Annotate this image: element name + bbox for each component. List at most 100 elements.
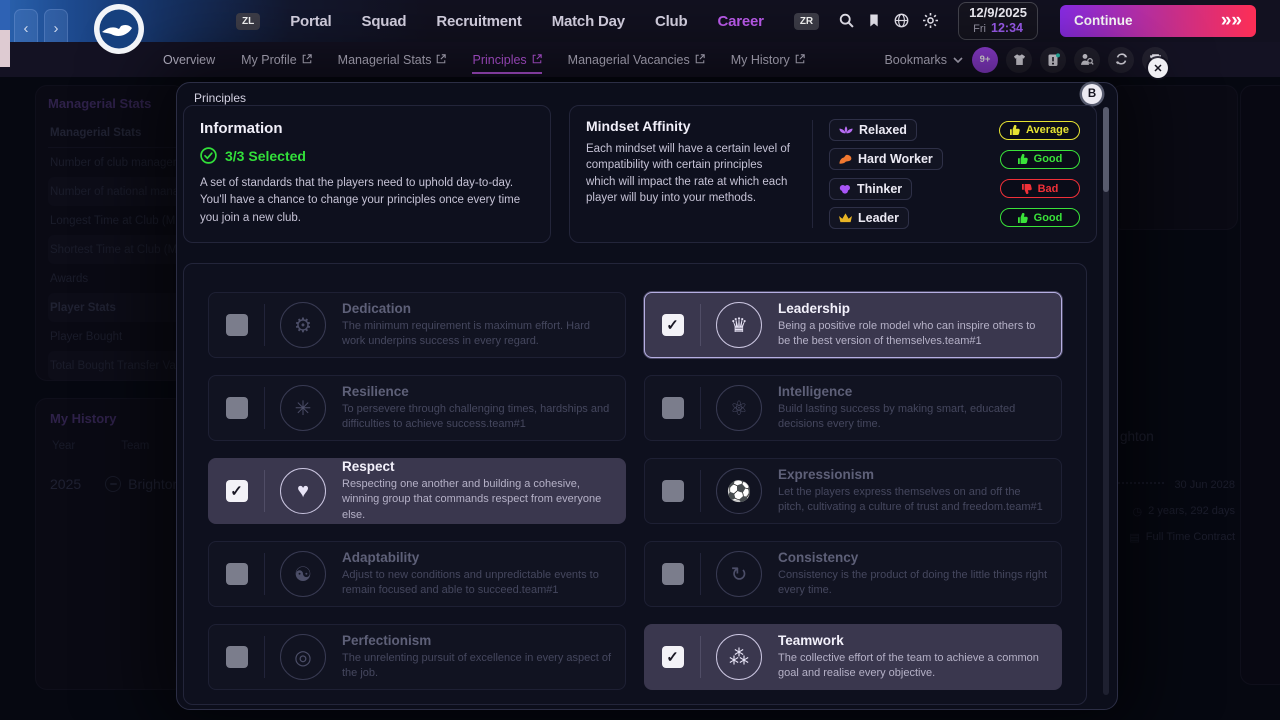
rating-pill-leader: Good: [1000, 208, 1080, 227]
principle-checkbox-consistency[interactable]: [662, 563, 684, 585]
principle-card-respect[interactable]: ✓♥RespectRespecting one another and buil…: [208, 458, 626, 524]
brighton-club-crest[interactable]: [93, 3, 145, 55]
crown-icon: ♛: [716, 302, 762, 348]
principle-card-leadership[interactable]: ✓ ♛ LeadershipBeing a positive role model …: [644, 292, 1062, 358]
principle-title: Perfectionism: [342, 633, 613, 648]
sub-nav-label: Managerial Vacancies: [568, 53, 690, 67]
principle-title: Leadership: [778, 301, 1049, 316]
principle-card-perfectionism[interactable]: ◎PerfectionismThe unrelenting pursuit of…: [208, 624, 626, 690]
bookmarks-label: Bookmarks: [884, 53, 947, 67]
mindset-label: Hard Worker: [858, 152, 933, 166]
principle-checkbox-expressionism[interactable]: [662, 480, 684, 502]
principle-card-teamwork[interactable]: ✓⁂TeamworkThe collective effort of the t…: [644, 624, 1062, 690]
search-icon[interactable]: [839, 13, 854, 28]
thumbs-up-icon: [1018, 213, 1028, 223]
principle-text: LeadershipBeing a positive role model wh…: [778, 301, 1061, 350]
sub-nav-principles[interactable]: Principles: [472, 45, 541, 75]
messages-icon[interactable]: 9+: [972, 47, 998, 73]
principle-checkbox-dedication[interactable]: [226, 314, 248, 336]
scrollbar[interactable]: [1103, 107, 1109, 695]
card-alert-icon[interactable]: [1040, 47, 1066, 73]
controller-b-button[interactable]: B: [1082, 84, 1102, 104]
main-nav-recruitment[interactable]: Recruitment: [436, 13, 521, 30]
sub-nav-my-history[interactable]: My History: [731, 45, 805, 75]
shirt-icon[interactable]: [1006, 47, 1032, 73]
double-chevron-icon: »»: [1221, 10, 1242, 32]
rating-label: Good: [1034, 153, 1063, 165]
information-panel: Information 3/3 Selected A set of standa…: [183, 105, 551, 243]
scrollbar-thumb[interactable]: [1103, 107, 1109, 192]
principle-checkbox-leadership[interactable]: ✓: [662, 314, 684, 336]
external-link-icon: [795, 53, 805, 67]
bookmark-icon[interactable]: [868, 14, 880, 27]
principle-description: Adjust to new conditions and unpredictab…: [342, 568, 613, 599]
close-button[interactable]: ✕: [1148, 58, 1168, 78]
main-nav-portal[interactable]: Portal: [290, 13, 331, 30]
bookmarks-dropdown[interactable]: Bookmarks: [884, 53, 963, 67]
principle-title: Resilience: [342, 384, 613, 399]
principle-card-intelligence[interactable]: ⚛IntelligenceBuild lasting success by ma…: [644, 375, 1062, 441]
crown-icon: [839, 212, 852, 223]
principle-checkbox-adaptability[interactable]: [226, 563, 248, 585]
continue-label: Continue: [1074, 13, 1133, 28]
checkbox-wrap: [209, 563, 264, 585]
main-nav-career[interactable]: Career: [717, 13, 763, 30]
checkbox-wrap: [645, 563, 700, 585]
principle-checkbox-respect[interactable]: ✓: [226, 480, 248, 502]
mindset-row-leader: LeaderGood: [829, 206, 1080, 230]
checkbox-wrap: ✓: [645, 646, 700, 668]
principle-card-resilience[interactable]: ✳ Resilience To persevere through challeng…: [208, 375, 626, 441]
principle-card-adaptability[interactable]: ☯AdaptabilityAdjust to new conditions an…: [208, 541, 626, 607]
sub-nav-label: Principles: [472, 53, 526, 67]
principle-checkbox-perfectionism[interactable]: [226, 646, 248, 668]
sub-nav-label: Overview: [163, 53, 215, 67]
main-nav-items: ZLPortalSquadRecruitmentMatch DayClubCar…: [236, 13, 819, 30]
scout-icon[interactable]: [1074, 47, 1100, 73]
bookmarks-cluster: Bookmarks 9+: [884, 47, 1168, 73]
principle-checkbox-teamwork[interactable]: ✓: [662, 646, 684, 668]
sub-nav-my-profile[interactable]: My Profile: [241, 45, 312, 75]
sub-nav-managerial-vacancies[interactable]: Managerial Vacancies: [568, 45, 705, 75]
globe-icon[interactable]: [894, 13, 909, 28]
sub-nav-managerial-stats[interactable]: Managerial Stats: [338, 45, 447, 75]
mindset-label: Relaxed: [859, 123, 907, 137]
card-divider: [264, 387, 265, 429]
rating-label: Good: [1034, 212, 1063, 224]
sub-navigation-bar: Overview My Profile Managerial Stats Princi…: [0, 42, 1280, 77]
date-value: 12/9/2025: [969, 6, 1027, 21]
mindset-row-hard-worker: Hard Worker Good: [829, 147, 1080, 171]
main-nav-club[interactable]: Club: [655, 13, 688, 30]
principle-card-consistency[interactable]: ↻ConsistencyConsistency is the product o…: [644, 541, 1062, 607]
principle-text: DedicationThe minimum requirement is max…: [342, 301, 625, 350]
rating-pill-relaxed: Average: [999, 121, 1080, 140]
continue-button[interactable]: Continue »»: [1060, 5, 1256, 37]
principle-card-expressionism[interactable]: ⚽ ExpressionismLet the players express th…: [644, 458, 1062, 524]
principle-description: To persevere through challenging times, …: [342, 402, 613, 433]
lotus-icon: [839, 126, 853, 135]
football-heart-icon: ⚽: [716, 468, 762, 514]
mindset-description: Each mindset will have a certain level o…: [586, 141, 794, 206]
information-description: A set of standards that the players need…: [200, 175, 534, 227]
check-circle-icon: [200, 147, 217, 164]
thumbs-up-icon: [1010, 125, 1020, 135]
principle-description: Respecting one another and building a co…: [342, 477, 613, 523]
brain-icon: ✳: [280, 385, 326, 431]
principle-card-dedication[interactable]: ⚙DedicationThe minimum requirement is ma…: [208, 292, 626, 358]
main-nav-squad[interactable]: Squad: [362, 13, 407, 30]
cycle-icon: ↻: [716, 551, 762, 597]
principle-checkbox-resilience[interactable]: [226, 397, 248, 419]
mindset-affinity-panel: Mindset Affinity Each mindset will have …: [569, 105, 1097, 243]
thought-gear-icon: ⚛: [716, 385, 762, 431]
principle-text: ExpressionismLet the players express the…: [778, 467, 1061, 516]
principle-checkbox-intelligence[interactable]: [662, 397, 684, 419]
principle-title: Respect: [342, 459, 613, 474]
mindset-label: Thinker: [857, 182, 902, 196]
sync-icon[interactable]: [1108, 47, 1134, 73]
checkbox-wrap: [645, 480, 700, 502]
main-nav-match-day[interactable]: Match Day: [552, 13, 625, 30]
rating-label: Average: [1026, 124, 1069, 136]
sub-nav-overview[interactable]: Overview: [163, 45, 215, 75]
settings-gear-icon[interactable]: [923, 13, 938, 28]
mindset-row-thinker: ThinkerBad: [829, 177, 1080, 201]
mindset-heading: Mindset Affinity: [586, 118, 794, 134]
